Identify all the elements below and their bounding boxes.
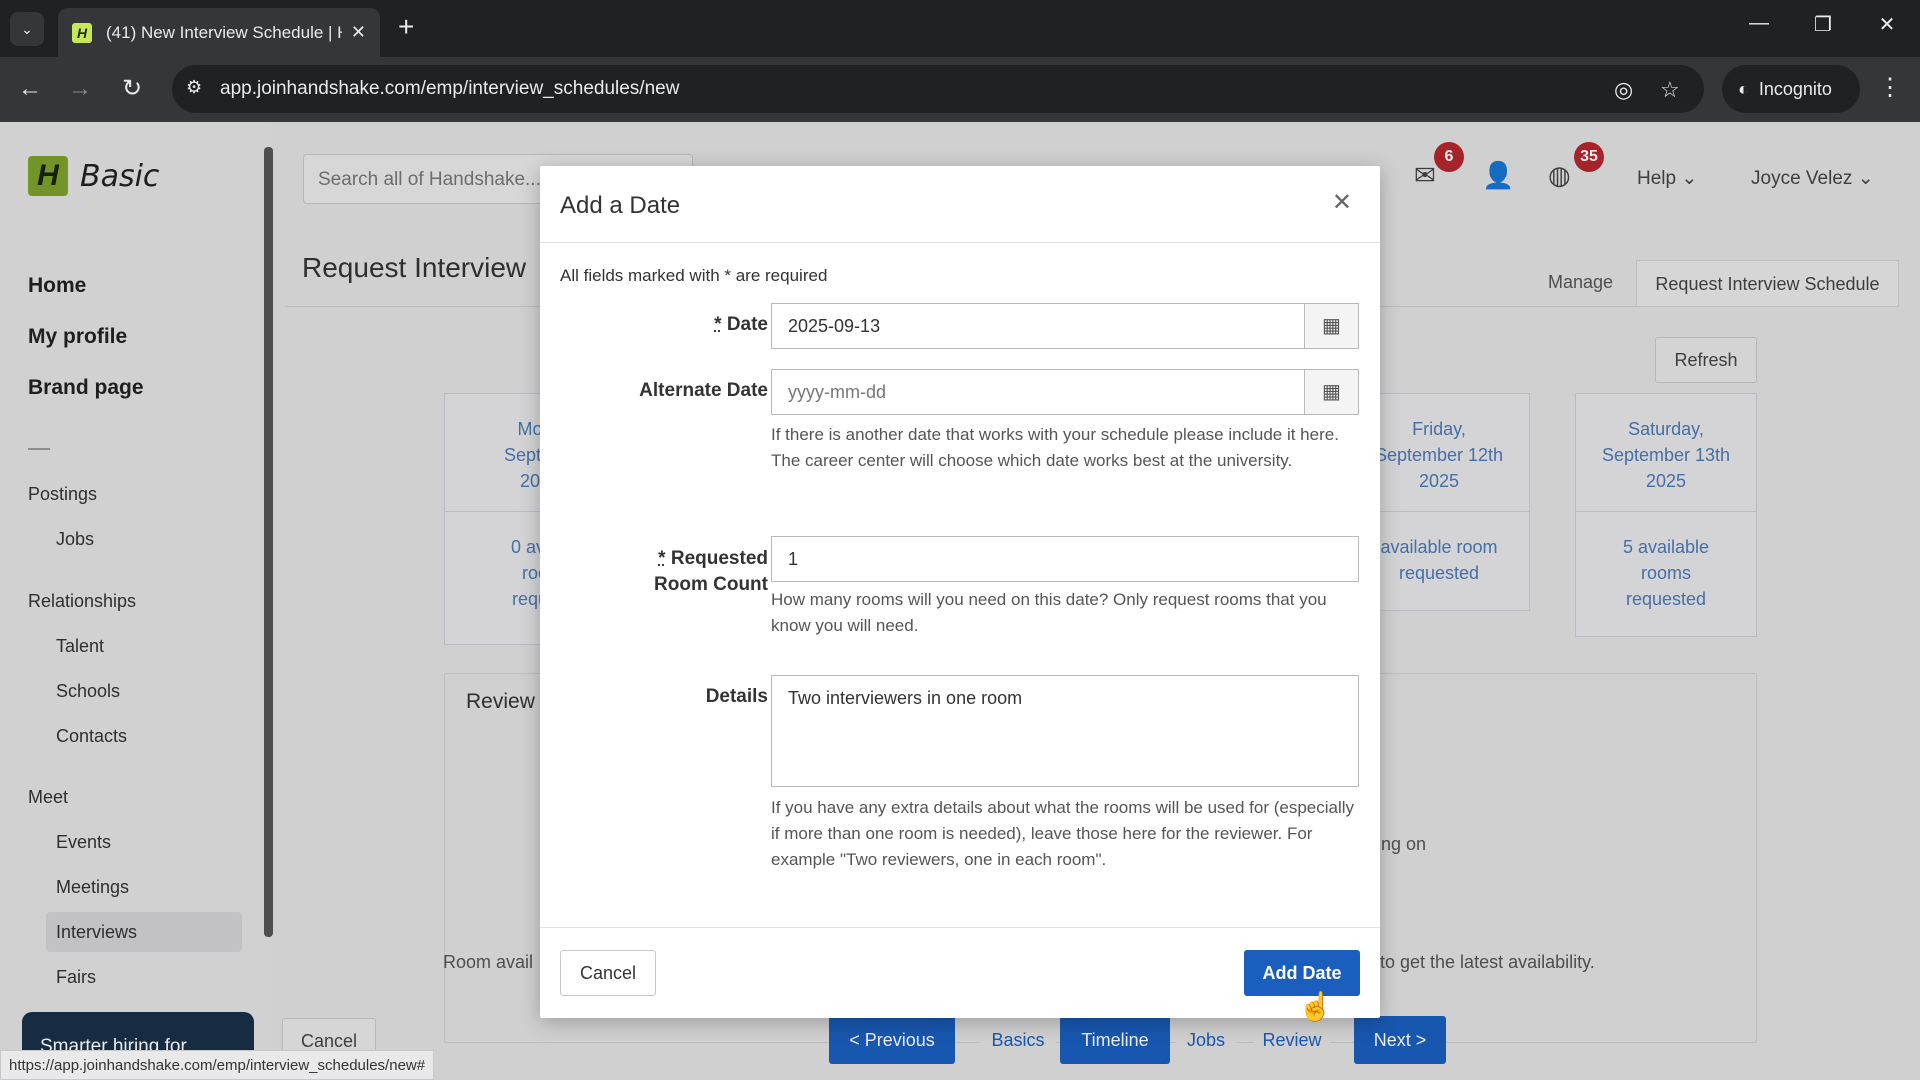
modal-title: Add a Date <box>560 192 681 219</box>
pointer-cursor-icon: ☝ <box>1298 991 1333 1022</box>
handshake-favicon-icon: H <box>72 22 92 43</box>
modal-footer-divider <box>540 927 1380 928</box>
incognito-icon: ◐ <box>1738 78 1749 99</box>
details-help: If you have any extra details about what… <box>771 798 1355 869</box>
forward-icon[interactable]: → <box>64 73 96 105</box>
browser-tab-bar: ⌄ H (41) New Interview Schedule | H ✕ + … <box>0 0 1920 57</box>
alternate-date-label: Alternate Date <box>639 380 768 401</box>
room-count-label-line1: Requested <box>670 548 768 569</box>
back-icon[interactable]: ← <box>14 73 46 105</box>
add-date-modal: Add a Date ✕ All fields marked with * ar… <box>540 166 1380 1018</box>
alternate-date-help: If there is another date that works with… <box>771 425 1339 470</box>
incognito-indicator[interactable]: ◐ Incognito <box>1722 65 1860 113</box>
cancel-button[interactable]: Cancel <box>560 950 656 996</box>
alternate-date-input[interactable]: yyyy-mm-dd <box>771 369 1305 415</box>
tab-title: (41) New Interview Schedule | H <box>106 22 342 42</box>
new-tab-icon[interactable]: + <box>398 12 414 42</box>
site-info-icon[interactable]: ⚙ <box>186 77 202 98</box>
browser-toolbar: ← → ↻ ⚙ app.joinhandshake.com/emp/interv… <box>0 57 1920 122</box>
required-marker: * <box>714 314 722 335</box>
url-text[interactable]: app.joinhandshake.com/emp/interview_sche… <box>220 78 679 100</box>
required-marker: * <box>658 548 666 569</box>
details-textarea[interactable]: Two interviewers in one room <box>771 675 1359 787</box>
status-bar-url: https://app.joinhandshake.com/emp/interv… <box>0 1050 435 1080</box>
eye-off-icon[interactable]: ◎ <box>1614 77 1633 103</box>
room-count-input[interactable]: 1 <box>771 536 1359 582</box>
minimize-icon[interactable]: — <box>1744 12 1774 35</box>
browser-menu-icon[interactable]: ⋮ <box>1878 73 1902 102</box>
browser-tab[interactable]: H (41) New Interview Schedule | H ✕ <box>58 8 380 57</box>
window-close-icon[interactable]: ✕ <box>1872 12 1902 37</box>
date-label-text: Date <box>726 314 768 335</box>
modal-divider <box>540 242 1380 243</box>
required-fields-note: All fields marked with * are required <box>560 266 828 285</box>
date-label: * Date <box>568 314 768 336</box>
address-bar[interactable]: ⚙ app.joinhandshake.com/emp/interview_sc… <box>172 65 1704 113</box>
room-count-label-line2: Room Count <box>654 574 768 595</box>
incognito-label: Incognito <box>1758 78 1832 99</box>
calendar-icon[interactable]: ▦ <box>1305 303 1359 349</box>
details-label: Details <box>705 686 768 707</box>
room-count-help: How many rooms will you need on this dat… <box>771 590 1327 635</box>
calendar-icon[interactable]: ▦ <box>1305 369 1359 415</box>
tab-close-icon[interactable]: ✕ <box>351 22 366 43</box>
reload-icon[interactable]: ↻ <box>116 73 148 105</box>
restore-icon[interactable]: ❐ <box>1808 12 1838 37</box>
bookmark-star-icon[interactable]: ☆ <box>1660 77 1680 103</box>
modal-close-icon[interactable]: ✕ <box>1332 188 1352 217</box>
tab-search-icon[interactable]: ⌄ <box>10 12 44 46</box>
room-count-label: * Requested Room Count <box>568 546 768 598</box>
date-input[interactable]: 2025-09-13 <box>771 303 1305 349</box>
